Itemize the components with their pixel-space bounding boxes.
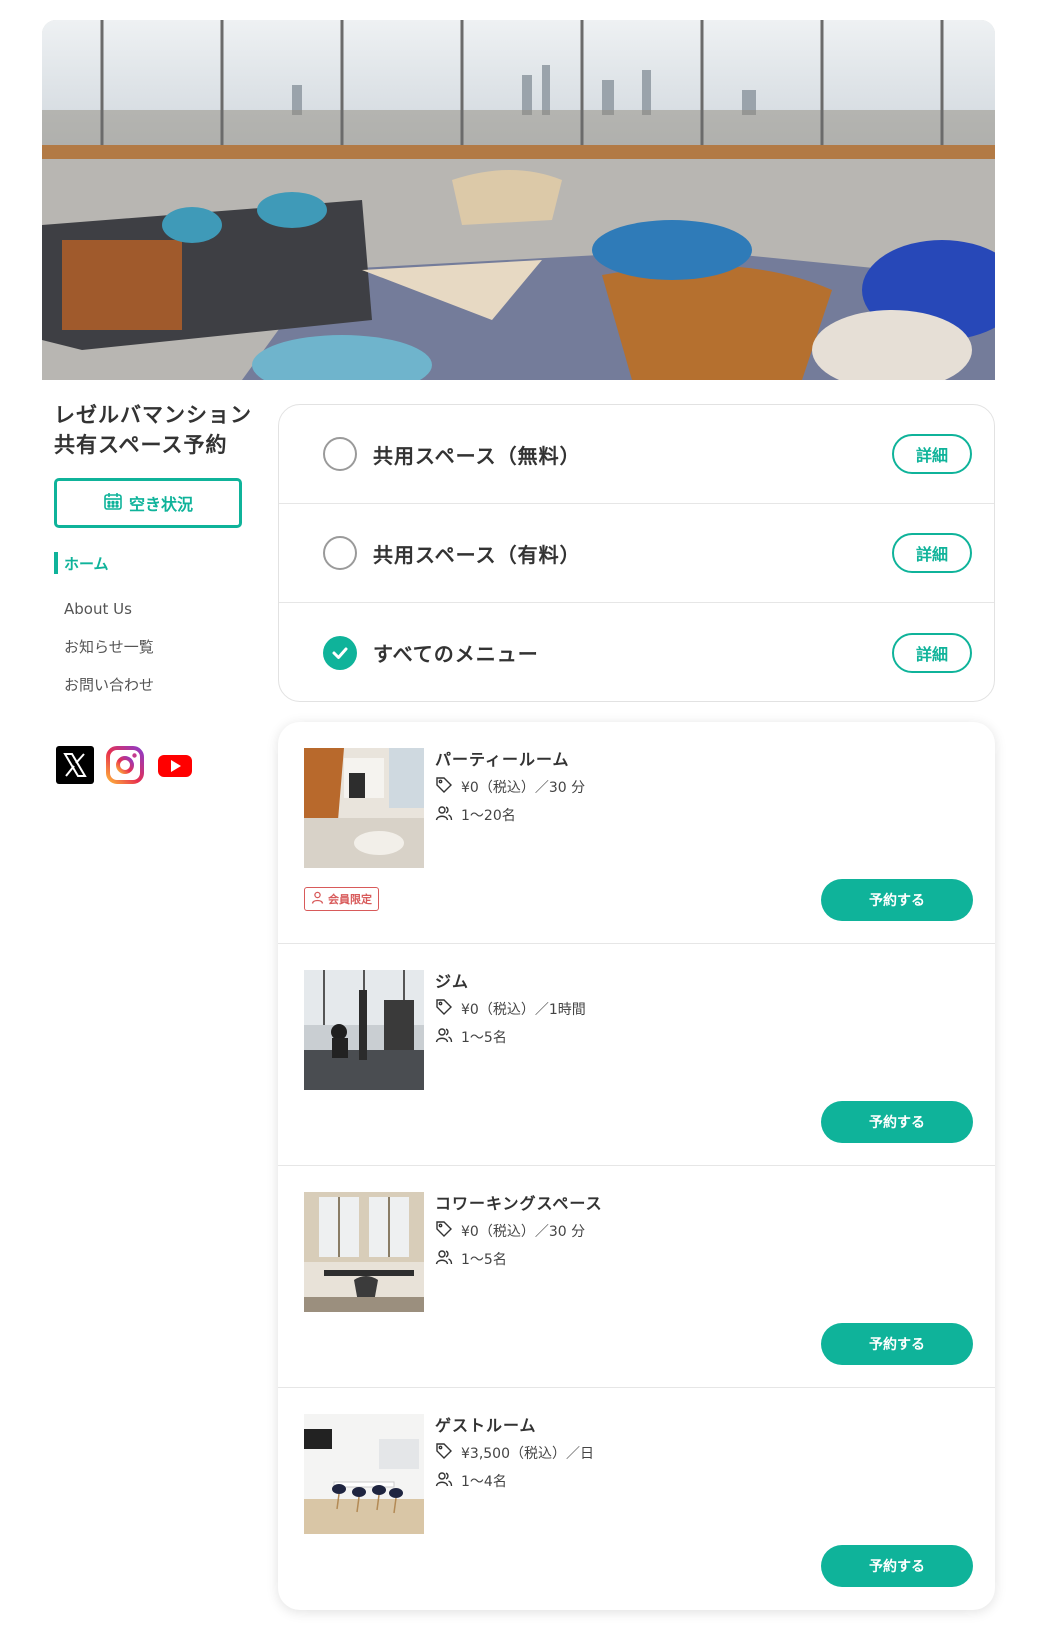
person-icon [311,891,324,907]
category-filter-list: 共用スペース（無料） 詳細 共用スペース（有料） 詳細 すべてのメニュー 詳細 [278,404,995,702]
filter-label: すべてのメニュー [373,642,539,666]
capacity-text: 1〜5名 [461,1030,507,1046]
room-capacity: 1〜5名 [435,1024,586,1050]
people-icon [435,1470,453,1492]
room-price: ¥0（税込）／30 分 [435,1218,603,1244]
room-name[interactable]: ゲストルーム [435,1414,594,1438]
instagram-icon[interactable] [106,746,144,784]
room-card-guest: ゲストルーム ¥3,500（税込）／日 1〜4名 予約する [278,1388,995,1610]
sidebar: レゼルバマンション 共有スペース予約 空き状況 ホーム About Us お知ら… [42,400,262,784]
room-info: パーティールーム ¥0（税込）／30 分 1〜20名 [435,748,585,828]
room-price: ¥3,500（税込）／日 [435,1440,594,1466]
room-list: パーティールーム ¥0（税込）／30 分 1〜20名 会員限定 予約する ジム … [278,722,995,1610]
hero-image [42,20,995,380]
x-icon[interactable] [56,746,94,784]
availability-button[interactable]: 空き状況 [54,478,242,528]
room-thumbnail[interactable] [304,1414,424,1534]
people-icon [435,1248,453,1270]
tag-icon [435,1220,453,1242]
tag-icon [435,776,453,798]
site-title[interactable]: レゼルバマンション 共有スペース予約 [42,400,262,460]
site-title-line2: 共有スペース予約 [54,433,228,457]
room-thumbnail[interactable] [304,1192,424,1312]
room-name[interactable]: パーティールーム [435,748,585,772]
capacity-text: 1〜4名 [461,1474,507,1490]
room-card-coworking: コワーキングスペース ¥0（税込）／30 分 1〜5名 予約する [278,1166,995,1388]
room-card-party: パーティールーム ¥0（税込）／30 分 1〜20名 会員限定 予約する [278,722,995,944]
room-info: コワーキングスペース ¥0（税込）／30 分 1〜5名 [435,1192,603,1272]
radio-checked-icon[interactable] [323,635,357,670]
members-only-badge: 会員限定 [304,887,379,911]
social-links [56,746,262,784]
price-text: ¥3,500（税込）／日 [461,1446,594,1462]
room-name[interactable]: ジム [435,970,586,994]
tag-icon [435,1442,453,1464]
capacity-text: 1〜20名 [461,808,516,824]
room-thumbnail[interactable] [304,748,424,868]
detail-button[interactable]: 詳細 [892,533,972,573]
nav-item-about[interactable]: About Us [64,598,262,620]
youtube-icon[interactable] [156,746,194,784]
calendar-icon [103,491,123,515]
reserve-button[interactable]: 予約する [821,1323,973,1365]
room-capacity: 1〜4名 [435,1468,594,1494]
price-text: ¥0（税込）／1時間 [461,1002,586,1018]
main-nav: ホーム About Us お知らせ一覧 お問い合わせ [54,552,262,696]
people-icon [435,804,453,826]
reserve-button[interactable]: 予約する [821,1545,973,1587]
room-capacity: 1〜20名 [435,802,585,828]
room-capacity: 1〜5名 [435,1246,603,1272]
detail-button[interactable]: 詳細 [892,434,972,474]
room-price: ¥0（税込）／30 分 [435,774,585,800]
nav-item-news[interactable]: お知らせ一覧 [64,636,262,658]
room-info: ジム ¥0（税込）／1時間 1〜5名 [435,970,586,1050]
nav-item-home[interactable]: ホーム [54,552,262,574]
filter-paid-space[interactable]: 共用スペース（有料） 詳細 [279,504,994,603]
filter-free-space[interactable]: 共用スペース（無料） 詳細 [279,405,994,504]
capacity-text: 1〜5名 [461,1252,507,1268]
radio-unchecked-icon[interactable] [323,437,357,471]
radio-unchecked-icon[interactable] [323,536,357,570]
availability-label: 空き状況 [128,495,193,514]
room-info: ゲストルーム ¥3,500（税込）／日 1〜4名 [435,1414,594,1494]
filter-label: 共用スペース（有料） [373,542,581,567]
price-text: ¥0（税込）／30 分 [461,1224,586,1240]
room-price: ¥0（税込）／1時間 [435,996,586,1022]
room-card-gym: ジム ¥0（税込）／1時間 1〜5名 予約する [278,944,995,1166]
filter-all-menu[interactable]: すべてのメニュー 詳細 [279,603,994,701]
reserve-button[interactable]: 予約する [821,1101,973,1143]
filter-label: 共用スペース（無料） [373,443,581,468]
room-thumbnail[interactable] [304,970,424,1090]
nav-item-contact[interactable]: お問い合わせ [64,674,262,696]
detail-button[interactable]: 詳細 [892,632,972,673]
reserve-button[interactable]: 予約する [821,879,973,921]
people-icon [435,1026,453,1048]
badge-label: 会員限定 [328,893,372,906]
site-title-line1: レゼルバマンション [54,403,252,427]
tag-icon [435,998,453,1020]
price-text: ¥0（税込）／30 分 [461,780,586,796]
room-name[interactable]: コワーキングスペース [435,1192,603,1216]
